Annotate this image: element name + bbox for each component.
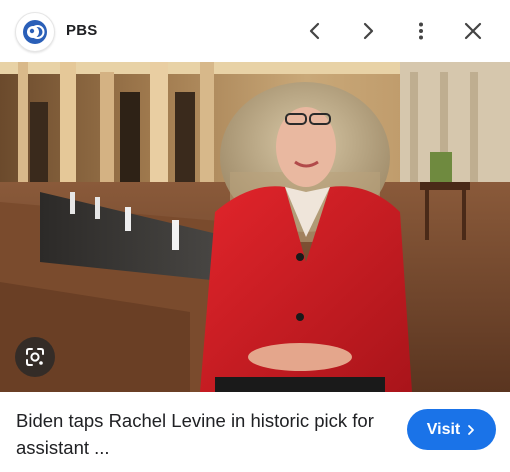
lens-search-icon xyxy=(26,348,44,366)
chevron-right-icon xyxy=(468,424,475,435)
previous-image-button[interactable] xyxy=(299,15,331,47)
image-viewer-header: PBS xyxy=(0,0,510,62)
visit-button-label: Visit xyxy=(426,420,461,438)
lens-search-button[interactable] xyxy=(15,337,55,377)
next-image-button[interactable] xyxy=(352,15,384,47)
close-button[interactable] xyxy=(457,15,489,47)
preview-image[interactable] xyxy=(0,62,510,392)
portrait-photo xyxy=(0,62,510,392)
more-options-button[interactable] xyxy=(405,15,437,47)
source-name[interactable]: PBS xyxy=(66,22,97,39)
result-title[interactable]: Biden taps Rachel Levine in historic pic… xyxy=(16,407,386,461)
close-icon xyxy=(464,22,482,40)
visit-button[interactable]: Visit xyxy=(407,409,496,450)
chevron-left-icon xyxy=(309,22,320,40)
chevron-right-icon xyxy=(363,22,374,40)
more-vert-icon xyxy=(419,22,423,40)
pbs-logo-icon[interactable] xyxy=(15,12,55,52)
